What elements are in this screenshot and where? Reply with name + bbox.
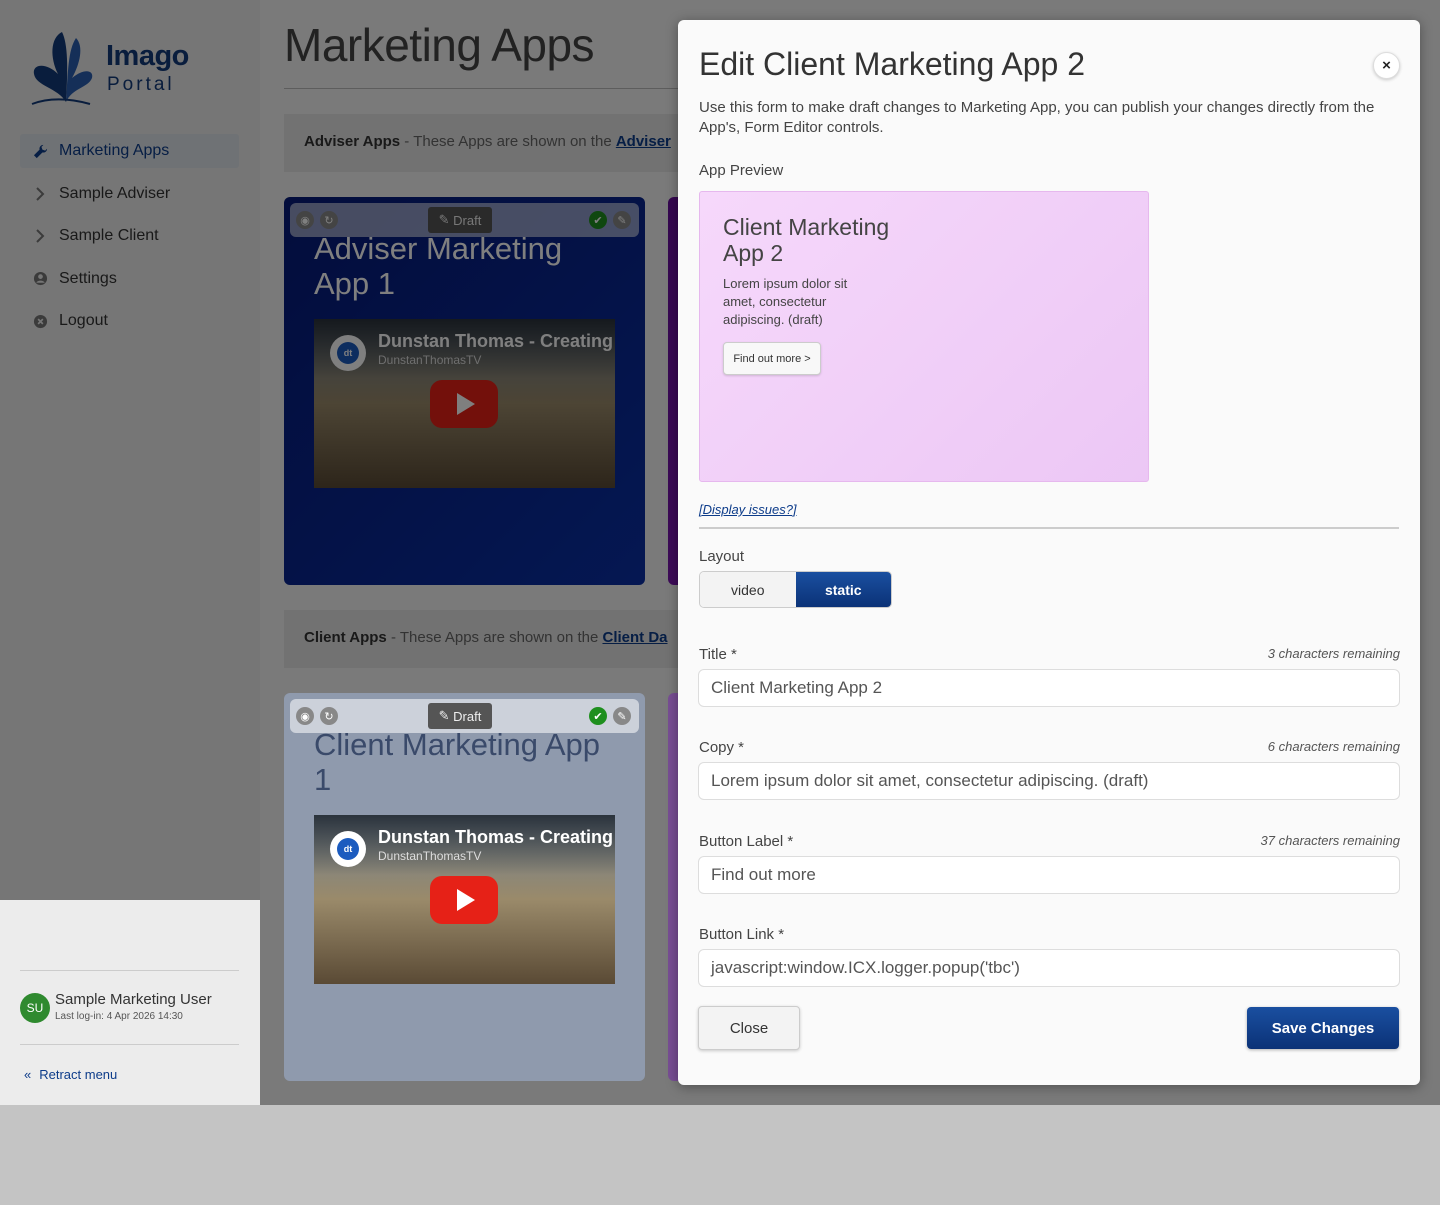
retract-menu-link[interactable]: « Retract menu [24, 1067, 117, 1082]
refresh-icon[interactable]: ↻ [320, 707, 338, 725]
button-link-field-label: Button Link * [699, 926, 785, 943]
channel-logo-icon: dt [330, 831, 366, 867]
title-field-label: Title * [699, 646, 737, 663]
preview-copy: Lorem ipsum dolor sit amet, consectetur … [723, 276, 848, 327]
preview-button[interactable]: Find out more > [723, 342, 821, 375]
video-thumbnail[interactable]: dt Dunstan Thomas - Creating DunstanThom… [314, 815, 615, 984]
close-button[interactable]: Close [698, 1006, 800, 1050]
last-login: Last log-in: 4 Apr 2026 14:30 [55, 1011, 183, 1022]
layout-toggle: video static [699, 571, 892, 608]
retract-menu-label: Retract menu [39, 1067, 118, 1082]
app-preview: Client Marketing App 2 Lorem ipsum dolor… [699, 191, 1149, 482]
modal-description: Use this form to make draft changes to M… [699, 99, 1375, 136]
layout-label: Layout [699, 548, 745, 565]
copy-char-count: 6 characters remaining [1267, 739, 1400, 754]
modal-title: Edit Client Marketing App 2 [699, 46, 1085, 82]
save-changes-button[interactable]: Save Changes [1247, 1007, 1399, 1049]
layout-option-video[interactable]: video [700, 572, 796, 607]
avatar[interactable]: SU [20, 993, 50, 1023]
close-icon[interactable]: × [1373, 52, 1400, 79]
card-title: Client Marketing App 1 [314, 727, 601, 797]
button-label-char-count: 37 characters remaining [1260, 833, 1400, 848]
app-preview-label: App Preview [699, 162, 784, 179]
check-circle-icon[interactable]: ✔ [589, 707, 607, 725]
play-icon[interactable] [430, 876, 498, 924]
preview-title: Client Marketing App 2 [723, 214, 890, 266]
draft-badge: ✎ Draft [428, 703, 492, 729]
button-link-input[interactable]: javascript:window.ICX.logger.popup('tbc'… [698, 949, 1400, 987]
copy-input[interactable]: Lorem ipsum dolor sit amet, consectetur … [698, 762, 1400, 800]
edit-app-modal: Edit Client Marketing App 2 × Use this f… [678, 20, 1420, 1085]
display-issues-link[interactable]: [Display issues?] [699, 502, 797, 517]
copy-field-label: Copy * [699, 739, 745, 756]
divider [699, 527, 1399, 529]
title-char-count: 3 characters remaining [1267, 646, 1400, 661]
wrench-icon[interactable]: ✎ [613, 707, 631, 725]
button-label-input[interactable]: Find out more [698, 856, 1400, 894]
layout-option-static[interactable]: static [795, 572, 891, 607]
button-label-field-label: Button Label * [699, 833, 794, 850]
user-name: Sample Marketing User [55, 991, 212, 1008]
double-chevron-left-icon: « [24, 1067, 32, 1082]
video-channel: DunstanThomasTV [378, 849, 482, 863]
title-input[interactable]: Client Marketing App 2 [698, 669, 1400, 707]
app-card-client-1[interactable]: ◉ ↻ ✎ Draft ✔ ✎ Client Marketing App 1 d… [284, 693, 645, 1081]
eye-icon[interactable]: ◉ [296, 707, 314, 725]
user-info: SU Sample Marketing User Last log-in: 4 … [20, 970, 239, 1045]
video-title: Dunstan Thomas - Creating [378, 827, 614, 847]
draft-label: Draft [453, 708, 482, 724]
